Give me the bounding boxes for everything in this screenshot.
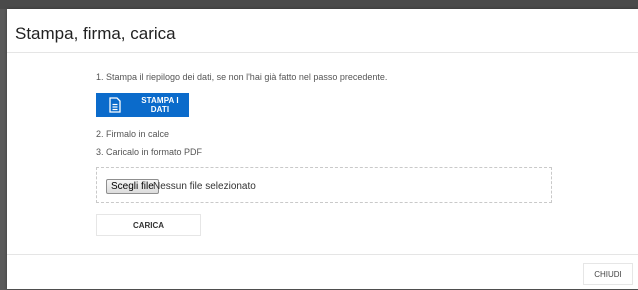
- modal-backdrop: [0, 0, 638, 9]
- upload-button[interactable]: CARICA: [96, 214, 201, 236]
- step-1-text: 1. Stampa il riepilogo dei dati, se non …: [96, 72, 388, 82]
- file-status-text: Nessun file selezionato: [153, 181, 256, 192]
- print-data-button[interactable]: STAMPA I DATI: [96, 93, 189, 117]
- print-data-label: STAMPA I DATI: [141, 96, 179, 114]
- file-upload-area[interactable]: Scegli file Nessun file selezionato: [96, 167, 552, 203]
- document-icon: [108, 97, 122, 113]
- choose-file-button[interactable]: Scegli file: [106, 179, 159, 194]
- modal-dialog: Stampa, firma, carica 1. Stampa il riepi…: [7, 9, 638, 289]
- modal-footer: CHIUDI: [7, 254, 638, 290]
- step-3-text: 3. Caricalo in formato PDF: [96, 147, 203, 157]
- modal-title: Stampa, firma, carica: [15, 24, 176, 43]
- close-button[interactable]: CHIUDI: [583, 263, 633, 285]
- step-2-text: 2. Firmalo in calce: [96, 129, 170, 139]
- modal-header: Stampa, firma, carica: [7, 9, 638, 53]
